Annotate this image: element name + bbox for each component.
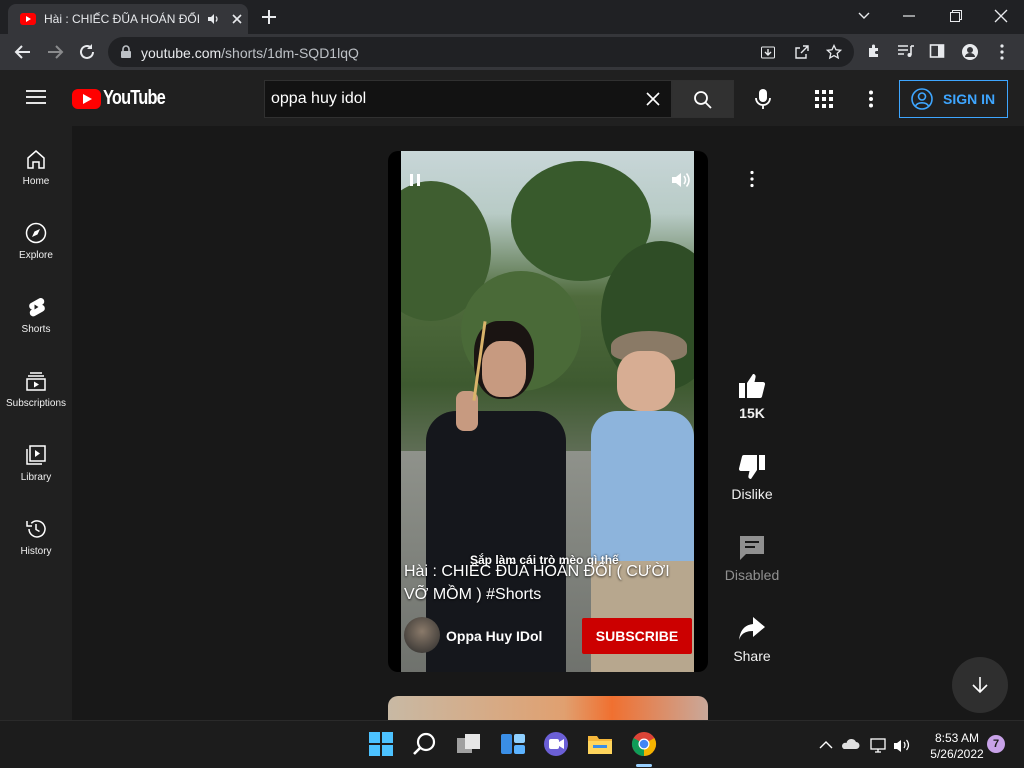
clock-date: 5/26/2022 [930, 747, 984, 761]
volume-icon[interactable] [670, 170, 692, 190]
profile-icon[interactable] [961, 43, 979, 61]
pause-icon[interactable] [407, 172, 423, 188]
comment-icon [740, 536, 764, 560]
share-arrow-icon [739, 617, 765, 640]
back-arrow-icon[interactable] [14, 43, 32, 61]
account-icon [911, 88, 933, 110]
sidebar-item-label: History [20, 546, 52, 557]
voice-search-button[interactable] [744, 84, 782, 114]
active-app-indicator [636, 764, 652, 767]
channel-avatar[interactable] [404, 617, 440, 653]
side-panel-icon[interactable] [929, 43, 945, 59]
bookmark-star-icon[interactable] [826, 44, 842, 60]
widgets-icon[interactable] [500, 731, 528, 759]
browser-tab[interactable]: Hài : CHIẾC ĐŨA HOÁN ĐỔI [8, 4, 248, 34]
notification-badge[interactable]: 7 [987, 735, 1005, 753]
extensions-puzzle-icon[interactable] [866, 43, 882, 59]
windows-taskbar: 8:53 AM 5/26/2022 [0, 720, 1024, 768]
video-person-left [416, 311, 576, 672]
teams-chat-icon[interactable] [543, 731, 571, 759]
address-bar[interactable]: youtube.com/shorts/1dm-SQD1lqQ [108, 37, 854, 67]
sidebar-item-label: Shorts [21, 324, 51, 335]
sidebar-item-explore[interactable]: Explore [0, 200, 72, 274]
comments-button: Disabled [712, 535, 792, 583]
search-button[interactable] [672, 80, 734, 118]
forward-arrow-icon[interactable] [46, 43, 64, 61]
sidebar-item-subscriptions[interactable]: Subscriptions [0, 348, 72, 422]
channel-name[interactable]: Oppa Huy IDol [446, 628, 542, 644]
minimize-icon[interactable] [902, 9, 916, 23]
browser-tab-bar: Hài : CHIẾC ĐŨA HOÁN ĐỔI [0, 0, 1024, 34]
clock-time: 8:53 AM [934, 731, 980, 745]
sidebar-item-history[interactable]: History [0, 496, 72, 570]
search-icon [694, 91, 712, 109]
sign-in-button[interactable]: SIGN IN [899, 80, 1008, 118]
sidebar: Home Explore Shorts Subscriptions Librar… [0, 126, 72, 720]
new-tab-icon[interactable] [261, 9, 277, 25]
compass-icon [25, 222, 47, 244]
dislike-label: Dislike [731, 486, 773, 502]
home-icon [27, 150, 45, 169]
shorts-icon [29, 298, 45, 317]
thumbs-up-icon [739, 374, 766, 399]
tab-audio-icon[interactable] [206, 12, 220, 26]
share-label: Share [733, 648, 771, 664]
history-icon [26, 520, 46, 538]
dislike-button[interactable]: Dislike [712, 454, 792, 502]
media-control-icon[interactable] [897, 43, 915, 59]
windows-start-icon[interactable] [368, 731, 396, 759]
like-count: 15K [739, 405, 765, 421]
sign-in-label: SIGN IN [943, 91, 996, 107]
subscribe-button[interactable]: SUBSCRIBE [582, 618, 692, 654]
sidebar-item-home[interactable]: Home [0, 126, 72, 200]
subscriptions-icon [26, 372, 46, 391]
apps-grid-icon[interactable] [815, 90, 833, 108]
short-title[interactable]: Hài : CHIẾC ĐŨA HOÁN ĐỔI ( CƯỜI VỠ MỒM )… [404, 560, 694, 606]
more-options-icon[interactable] [744, 170, 760, 188]
system-tray [818, 735, 918, 755]
file-explorer-icon[interactable] [587, 731, 615, 759]
microphone-icon [755, 89, 771, 109]
tab-title: Hài : CHIẾC ĐŨA HOÁN ĐỔI [44, 12, 200, 26]
arrow-down-icon [972, 677, 988, 694]
search-box[interactable] [264, 80, 672, 118]
youtube-logo[interactable]: YouTube [72, 87, 179, 110]
sidebar-item-label: Library [20, 472, 52, 483]
youtube-header: YouTube SIGN IN [0, 70, 1024, 126]
sidebar-item-library[interactable]: Library [0, 422, 72, 496]
sidebar-item-label: Home [22, 176, 50, 187]
tray-icons[interactable] [818, 735, 918, 755]
chrome-icon[interactable] [631, 731, 659, 759]
install-icon[interactable] [760, 44, 776, 60]
tab-close-icon[interactable] [230, 12, 244, 26]
sidebar-item-shorts[interactable]: Shorts [0, 274, 72, 348]
browser-toolbar: youtube.com/shorts/1dm-SQD1lqQ [0, 34, 1024, 70]
task-view-icon[interactable] [456, 731, 484, 759]
clear-search-icon[interactable] [645, 91, 661, 107]
settings-dots-icon[interactable] [866, 90, 876, 108]
browser-menu-icon[interactable] [996, 43, 1008, 61]
comments-disabled-label: Disabled [724, 567, 780, 583]
sidebar-item-label: Explore [19, 250, 53, 261]
tab-search-chevron-icon[interactable] [857, 9, 871, 23]
search-icon[interactable] [412, 731, 440, 759]
like-button[interactable]: 15K [712, 373, 792, 421]
lock-icon[interactable] [120, 45, 132, 59]
taskbar-clock[interactable]: 8:53 AM 5/26/2022 [922, 730, 992, 762]
url-text: youtube.com/shorts/1dm-SQD1lqQ [141, 45, 359, 61]
share-page-icon[interactable] [794, 44, 810, 60]
next-short-button[interactable] [952, 657, 1008, 713]
reload-icon[interactable] [78, 43, 96, 61]
youtube-play-icon [72, 88, 101, 109]
close-window-icon[interactable] [994, 9, 1008, 23]
share-button[interactable]: Share [712, 616, 792, 664]
search-input[interactable] [265, 81, 635, 117]
restore-icon[interactable] [949, 9, 963, 23]
thumbs-down-icon [738, 454, 765, 479]
hamburger-menu-icon[interactable] [26, 89, 46, 105]
youtube-favicon-icon [20, 13, 36, 25]
sidebar-item-label: Subscriptions [5, 398, 67, 409]
logo-text: YouTube [103, 87, 166, 109]
library-icon [26, 445, 46, 465]
